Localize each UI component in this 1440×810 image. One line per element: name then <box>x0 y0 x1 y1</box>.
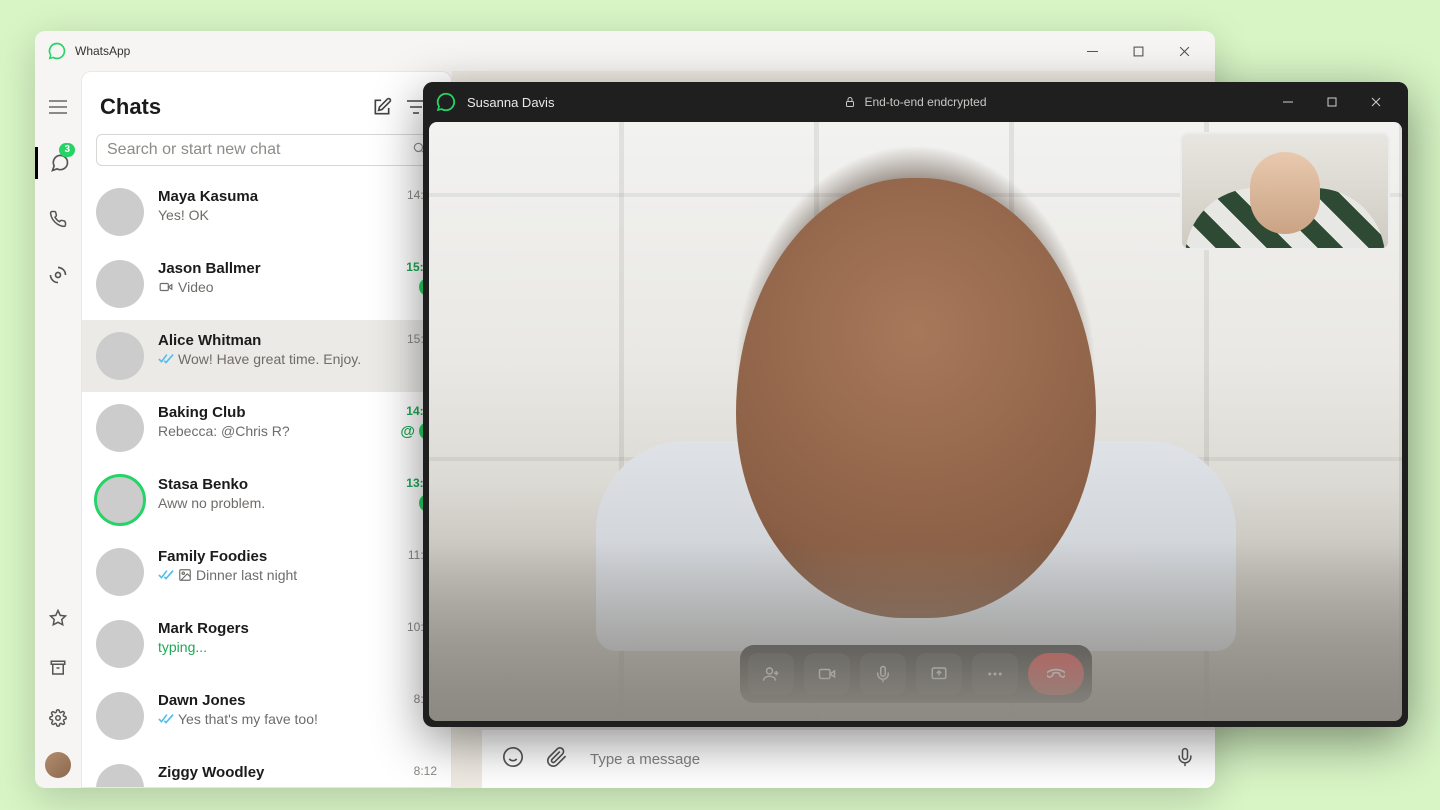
archive-button[interactable] <box>35 652 81 684</box>
chat-avatar <box>96 764 144 787</box>
whatsapp-logo-icon <box>47 41 67 61</box>
calls-tab[interactable] <box>35 203 81 235</box>
toggle-mic-button[interactable] <box>860 653 906 695</box>
window-maximize-button[interactable] <box>1115 35 1161 67</box>
whatsapp-logo-icon <box>435 91 457 113</box>
chat-item[interactable]: Stasa BenkoAww no problem.13:552 <box>82 464 451 536</box>
chat-preview: Video <box>158 279 383 295</box>
chat-avatar <box>96 692 144 740</box>
chat-name: Jason Ballmer <box>158 260 383 277</box>
end-call-button[interactable] <box>1028 653 1084 695</box>
call-minimize-button[interactable] <box>1266 87 1310 117</box>
message-input[interactable]: Type a message <box>590 751 1153 768</box>
new-chat-button[interactable] <box>365 90 399 124</box>
main-titlebar: WhatsApp <box>35 31 1215 71</box>
call-maximize-button[interactable] <box>1310 87 1354 117</box>
voice-record-button[interactable] <box>1175 747 1195 772</box>
call-close-button[interactable] <box>1354 87 1398 117</box>
chat-avatar <box>96 548 144 596</box>
left-rail: 3 <box>35 71 81 788</box>
chat-preview: Dinner last night <box>158 567 383 583</box>
chats-tab[interactable]: 3 <box>35 147 81 179</box>
chat-preview: Aww no problem. <box>158 495 383 511</box>
chat-avatar <box>96 332 144 380</box>
chat-time: 8:12 <box>414 764 437 778</box>
chat-item[interactable]: Ziggy Woodley 8:12 <box>82 752 451 787</box>
window-minimize-button[interactable] <box>1069 35 1115 67</box>
message-composer: Type a message <box>482 730 1215 788</box>
chat-name: Baking Club <box>158 404 383 421</box>
settings-button[interactable] <box>35 702 81 734</box>
chat-name: Maya Kasuma <box>158 188 383 205</box>
encryption-label: End-to-end endcrypted <box>864 95 986 109</box>
app-name: WhatsApp <box>75 44 130 58</box>
chat-item[interactable]: Baking ClubRebecca: @Chris R?14:43@1 <box>82 392 451 464</box>
profile-avatar[interactable] <box>45 752 71 778</box>
lock-icon <box>844 96 856 108</box>
chat-name: Family Foodies <box>158 548 383 565</box>
chat-preview: Yes that's my fave too! <box>158 711 383 727</box>
chat-item[interactable]: Mark Rogerstyping...10:55 <box>82 608 451 680</box>
chat-list: Maya KasumaYes! OK14:55Jason Ballmer Vid… <box>82 176 451 787</box>
chat-item[interactable]: Jason Ballmer Video15:213 <box>82 248 451 320</box>
chat-name: Stasa Benko <box>158 476 383 493</box>
chat-item[interactable]: Family Foodies Dinner last night11:25 <box>82 536 451 608</box>
video-call-window: Susanna Davis End-to-end endcrypted <box>423 82 1408 727</box>
more-options-button[interactable] <box>972 653 1018 695</box>
chat-avatar <box>96 404 144 452</box>
menu-button[interactable] <box>35 91 81 123</box>
chat-preview: Wow! Have great time. Enjoy. <box>158 351 383 367</box>
remote-video <box>429 122 1402 721</box>
chat-avatar <box>96 260 144 308</box>
chat-item[interactable]: Alice Whitman Wow! Have great time. Enjo… <box>82 320 451 392</box>
search-placeholder: Search or start new chat <box>107 141 280 159</box>
chat-list-panel: Chats Search or start new chat Maya Kasu… <box>81 71 452 788</box>
mention-icon: @ <box>400 423 415 440</box>
chats-heading: Chats <box>100 94 161 120</box>
window-close-button[interactable] <box>1161 35 1207 67</box>
chat-preview: Rebecca: @Chris R? <box>158 423 383 439</box>
add-participant-button[interactable] <box>748 653 794 695</box>
chat-item[interactable]: Maya KasumaYes! OK14:55 <box>82 176 451 248</box>
toggle-camera-button[interactable] <box>804 653 850 695</box>
status-tab[interactable] <box>35 259 81 291</box>
chat-name: Alice Whitman <box>158 332 383 349</box>
chat-avatar <box>96 476 144 524</box>
chats-unread-badge: 3 <box>59 143 75 157</box>
call-titlebar: Susanna Davis End-to-end endcrypted <box>423 82 1408 122</box>
chat-item[interactable]: Dawn Jones Yes that's my fave too!8:32 <box>82 680 451 752</box>
encryption-indicator: End-to-end endcrypted <box>423 95 1408 109</box>
chat-avatar <box>96 188 144 236</box>
chat-preview: typing... <box>158 639 383 655</box>
self-video-pip[interactable] <box>1180 132 1390 250</box>
share-screen-button[interactable] <box>916 653 962 695</box>
chat-preview: Yes! OK <box>158 207 383 223</box>
call-controls <box>740 645 1092 703</box>
emoji-button[interactable] <box>502 746 524 773</box>
attach-button[interactable] <box>546 746 568 773</box>
search-input[interactable]: Search or start new chat <box>96 134 437 166</box>
chat-avatar <box>96 620 144 668</box>
chat-name: Mark Rogers <box>158 620 383 637</box>
starred-button[interactable] <box>35 602 81 634</box>
call-contact-name: Susanna Davis <box>467 95 554 110</box>
chat-name: Dawn Jones <box>158 692 383 709</box>
chat-name: Ziggy Woodley <box>158 764 383 781</box>
